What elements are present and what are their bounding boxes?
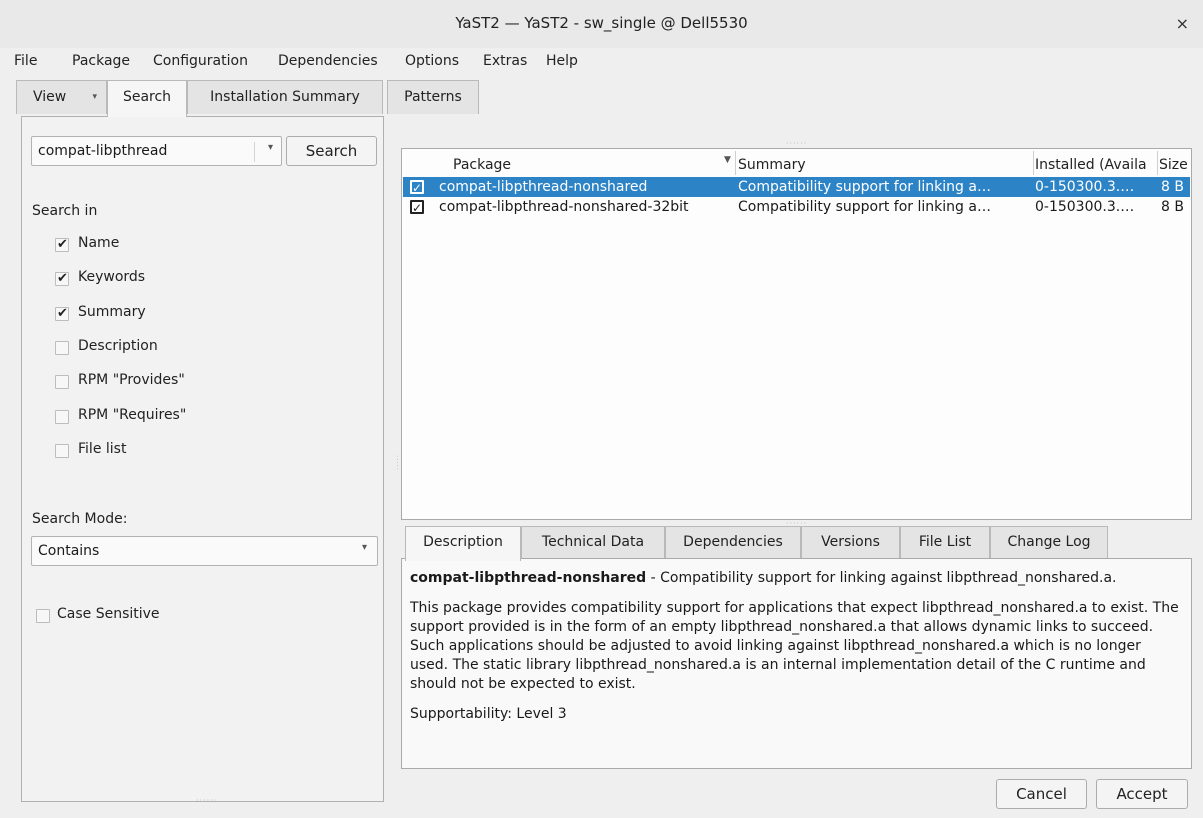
accept-button[interactable]: Accept: [1096, 779, 1188, 809]
table-row[interactable]: ✓ compat-libpthread-nonshared-32bit Comp…: [403, 197, 1190, 217]
check-icon: ✔: [57, 271, 68, 286]
tab-patterns[interactable]: Patterns: [387, 80, 479, 114]
checkbox-case-sensitive[interactable]: [36, 609, 50, 623]
description-pane: compat-libpthread-nonshared - Compatibil…: [401, 558, 1192, 769]
checkbox-file-list[interactable]: [55, 444, 69, 458]
chevron-down-icon: ▾: [361, 542, 367, 553]
close-icon[interactable]: ×: [1176, 14, 1189, 33]
tab-view[interactable]: View ▾: [16, 80, 107, 114]
checkbox-keywords[interactable]: ✔: [55, 271, 69, 286]
checkbox-rpm-requires-label[interactable]: RPM "Requires": [78, 407, 186, 423]
description-package-name: compat-libpthread-nonshared: [410, 570, 647, 586]
search-mode-label: Search Mode:: [32, 511, 128, 527]
description-summary: - Compatibility support for linking agai…: [646, 570, 1117, 586]
tab-view-label: View: [33, 89, 67, 105]
checkbox-file-list-label[interactable]: File list: [78, 441, 126, 457]
package-summary: Compatibility support for linking a…: [738, 199, 991, 215]
checkbox-case-sensitive-label[interactable]: Case Sensitive: [57, 606, 160, 622]
menu-package[interactable]: Package: [72, 53, 130, 69]
tab-file-list[interactable]: File List: [900, 526, 990, 558]
menu-options[interactable]: Options: [405, 53, 459, 69]
detail-tab-bar: Description Technical Data Dependencies …: [401, 526, 1192, 561]
checkbox-summary[interactable]: ✔: [55, 306, 69, 321]
menu-file[interactable]: File: [14, 53, 37, 69]
resize-grip[interactable]: ······: [196, 796, 217, 805]
splitter-handle-top[interactable]: ······: [786, 139, 807, 148]
search-input-value: compat-libpthread: [38, 143, 168, 159]
package-checkbox[interactable]: ✓: [410, 200, 424, 215]
check-icon: ✓: [412, 201, 423, 215]
table-row[interactable]: ✓ compat-libpthread-nonshared Compatibil…: [403, 177, 1190, 197]
cancel-button[interactable]: Cancel: [996, 779, 1087, 809]
column-header-size[interactable]: Size: [1159, 152, 1191, 178]
checkbox-summary-label[interactable]: Summary: [78, 304, 146, 320]
menu-configuration[interactable]: Configuration: [153, 53, 248, 69]
tab-technical-data[interactable]: Technical Data: [521, 526, 665, 558]
package-checkbox[interactable]: ✓: [410, 180, 424, 195]
window-title: YaST2 — YaST2 - sw_single @ Dell5530: [455, 14, 748, 32]
dropdown-arrow-icon[interactable]: ▾: [268, 142, 273, 153]
search-mode-value: Contains: [38, 543, 100, 559]
package-size: 8 B: [1161, 179, 1184, 195]
search-input[interactable]: compat-libpthread ▾: [31, 136, 282, 166]
package-installed: 0-150300.3.…: [1035, 199, 1135, 215]
checkbox-name[interactable]: ✔: [55, 237, 69, 252]
check-icon: ✔: [57, 306, 68, 321]
chevron-down-icon: ▾: [92, 92, 97, 102]
supportability-text: Supportability: Level 3: [410, 706, 567, 722]
package-size: 8 B: [1161, 199, 1184, 215]
search-button[interactable]: Search: [286, 136, 377, 166]
tab-installation-summary[interactable]: Installation Summary: [187, 80, 383, 114]
top-tab-bar: View ▾ Search Installation Summary Patte…: [0, 80, 1203, 117]
sort-down-icon: ▼: [724, 155, 731, 165]
tab-search[interactable]: Search: [107, 80, 187, 117]
search-mode-select[interactable]: Contains ▾: [31, 536, 378, 566]
checkbox-rpm-provides[interactable]: [55, 375, 69, 389]
checkbox-keywords-label[interactable]: Keywords: [78, 269, 145, 285]
package-name: compat-libpthread-nonshared-32bit: [439, 199, 689, 215]
checkbox-name-label[interactable]: Name: [78, 235, 119, 251]
tab-dependencies[interactable]: Dependencies: [665, 526, 801, 558]
search-in-label: Search in: [32, 203, 98, 219]
menu-dependencies[interactable]: Dependencies: [278, 53, 378, 69]
package-table: Package ▼ Summary Installed (Availa Size…: [401, 148, 1192, 520]
checkbox-rpm-provides-label[interactable]: RPM "Provides": [78, 372, 185, 388]
package-summary: Compatibility support for linking a…: [738, 179, 991, 195]
check-icon: ✔: [57, 237, 68, 252]
checkbox-description-label[interactable]: Description: [78, 338, 158, 354]
checkbox-rpm-requires[interactable]: [55, 410, 69, 424]
column-header-package[interactable]: Package: [453, 152, 733, 178]
tab-versions[interactable]: Versions: [801, 526, 900, 558]
search-panel: compat-libpthread ▾ Search Search in ✔ N…: [21, 116, 384, 805]
column-header-installed[interactable]: Installed (Availa: [1035, 152, 1155, 178]
tab-description[interactable]: Description: [405, 526, 521, 561]
menu-bar: File Package Configuration Dependencies …: [0, 48, 1203, 78]
checkbox-description[interactable]: [55, 341, 69, 355]
description-heading: compat-libpthread-nonshared - Compatibil…: [410, 569, 1183, 588]
description-body: This package provides compatibility supp…: [410, 600, 1179, 692]
tab-change-log[interactable]: Change Log: [990, 526, 1108, 558]
package-name: compat-libpthread-nonshared: [439, 179, 648, 195]
check-icon: ✓: [412, 181, 423, 195]
menu-help[interactable]: Help: [546, 53, 578, 69]
package-installed: 0-150300.3.…: [1035, 179, 1135, 195]
splitter-handle-vertical[interactable]: ·····: [393, 455, 401, 471]
menu-extras[interactable]: Extras: [483, 53, 527, 69]
column-header-summary[interactable]: Summary: [738, 152, 1030, 178]
